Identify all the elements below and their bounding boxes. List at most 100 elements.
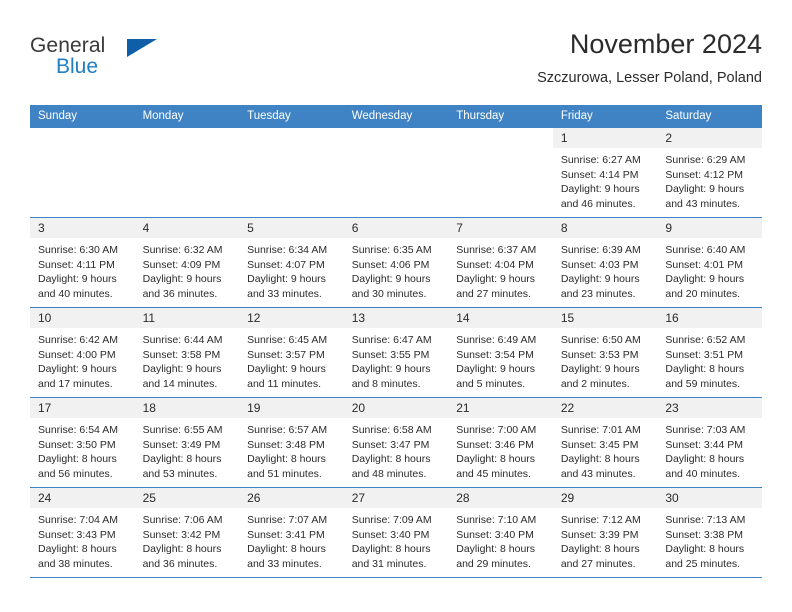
day-details: Sunrise: 7:09 AM Sunset: 3:40 PM Daylight:… (344, 508, 449, 571)
calendar-cell[interactable]: 5 Sunrise: 6:34 AM Sunset: 4:07 PM Daylight… (239, 217, 344, 308)
calendar-cell[interactable]: 22 Sunrise: 7:01 AM Sunset: 3:45 PM Dayligh… (552, 397, 658, 488)
sunrise-text: Sunrise: 7:01 AM (560, 424, 641, 436)
day-details: Sunrise: 6:50 AM Sunset: 3:53 PM Daylight:… (553, 328, 658, 391)
calendar-cell[interactable]: 16 Sunrise: 6:52 AM Sunset: 3:51 PM Dayligh… (657, 307, 762, 398)
day-details: Sunrise: 7:03 AM Sunset: 3:44 PM Daylight:… (657, 418, 762, 481)
day-cell: 13 Sunrise: 6:47 AM Sunset: 3:55 PM Dayligh… (343, 308, 449, 397)
day-cell: 1 Sunrise: 6:27 AM Sunset: 4:14 PM Daylight… (552, 128, 658, 217)
calendar-cell (343, 127, 449, 218)
sunrise-text: Sunrise: 6:47 AM (351, 334, 432, 346)
daylight-text-line2: and 25 minutes. (665, 557, 741, 570)
calendar-cell[interactable]: 6 Sunrise: 6:35 AM Sunset: 4:06 PM Daylight… (343, 217, 449, 308)
day-cell: 26 Sunrise: 7:07 AM Sunset: 3:41 PM Dayligh… (239, 488, 344, 577)
daylight-text-line2: and 36 minutes. (142, 287, 218, 300)
day-details: Sunrise: 6:45 AM Sunset: 3:57 PM Daylight:… (239, 328, 344, 391)
calendar-cell[interactable]: 21 Sunrise: 7:00 AM Sunset: 3:46 PM Dayligh… (448, 397, 553, 488)
calendar-cell[interactable]: 4 Sunrise: 6:32 AM Sunset: 4:09 PM Daylight… (134, 217, 240, 308)
calendar-cell[interactable]: 30 Sunrise: 7:13 AM Sunset: 3:38 PM Dayligh… (657, 487, 762, 578)
daylight-text-line1: Daylight: 9 hours (560, 273, 640, 285)
calendar-cell[interactable]: 12 Sunrise: 6:45 AM Sunset: 3:57 PM Dayligh… (239, 307, 344, 398)
sunrise-text: Sunrise: 6:49 AM (456, 334, 537, 346)
daylight-text-line2: and 20 minutes. (665, 287, 741, 300)
page-header: General Blue November 2024 Szczurowa, Le… (30, 28, 762, 100)
day-number: 29 (552, 488, 658, 508)
triangle-icon (127, 39, 157, 57)
page-title: November 2024 (569, 29, 762, 59)
calendar-cell[interactable]: 10 Sunrise: 6:42 AM Sunset: 4:00 PM Dayligh… (30, 307, 135, 398)
brand-logo[interactable]: General Blue (30, 34, 270, 90)
day-cell (239, 128, 344, 217)
daylight-text-line2: and 36 minutes. (142, 557, 218, 570)
day-number: 19 (239, 398, 344, 418)
calendar-cell[interactable]: 15 Sunrise: 6:50 AM Sunset: 3:53 PM Dayligh… (552, 307, 658, 398)
calendar-cell[interactable]: 7 Sunrise: 6:37 AM Sunset: 4:04 PM Daylight… (448, 217, 553, 308)
calendar-cell[interactable]: 27 Sunrise: 7:09 AM Sunset: 3:40 PM Dayligh… (343, 487, 449, 578)
sunrise-text: Sunrise: 7:09 AM (351, 514, 432, 526)
day-cell: 18 Sunrise: 6:55 AM Sunset: 3:49 PM Dayligh… (134, 398, 240, 487)
daylight-text-line1: Daylight: 9 hours (560, 183, 640, 195)
calendar-cell[interactable]: 29 Sunrise: 7:12 AM Sunset: 3:39 PM Dayligh… (552, 487, 658, 578)
title-block: November 2024 Szczurowa, Lesser Poland, … (537, 28, 762, 88)
day-details: Sunrise: 6:39 AM Sunset: 4:03 PM Daylight:… (553, 238, 658, 301)
calendar-cell[interactable]: 19 Sunrise: 6:57 AM Sunset: 3:48 PM Dayligh… (239, 397, 344, 488)
calendar-cell[interactable]: 9 Sunrise: 6:40 AM Sunset: 4:01 PM Daylight… (657, 217, 762, 308)
calendar-cell[interactable]: 20 Sunrise: 6:58 AM Sunset: 3:47 PM Dayligh… (343, 397, 449, 488)
day-details: Sunrise: 6:37 AM Sunset: 4:04 PM Daylight:… (448, 238, 553, 301)
weekday-header-sunday: Sunday (30, 105, 135, 128)
calendar-page: General Blue November 2024 Szczurowa, Le… (0, 0, 792, 612)
sunrise-text: Sunrise: 7:10 AM (456, 514, 537, 526)
sunset-text: Sunset: 3:54 PM (456, 348, 534, 361)
calendar-cell[interactable]: 17 Sunrise: 6:54 AM Sunset: 3:50 PM Dayligh… (30, 397, 135, 488)
sunset-text: Sunset: 4:07 PM (247, 258, 325, 271)
daylight-text-line1: Daylight: 9 hours (142, 273, 222, 285)
calendar-cell[interactable]: 25 Sunrise: 7:06 AM Sunset: 3:42 PM Dayligh… (134, 487, 240, 578)
sunset-text: Sunset: 3:48 PM (247, 438, 325, 451)
calendar-cell[interactable]: 13 Sunrise: 6:47 AM Sunset: 3:55 PM Dayligh… (343, 307, 449, 398)
calendar-week-row: 1 Sunrise: 6:27 AM Sunset: 4:14 PM Daylight… (30, 127, 762, 218)
day-number: 12 (239, 308, 344, 328)
calendar-cell[interactable]: 28 Sunrise: 7:10 AM Sunset: 3:40 PM Dayligh… (448, 487, 553, 578)
sunrise-text: Sunrise: 6:45 AM (247, 334, 328, 346)
day-details: Sunrise: 6:57 AM Sunset: 3:48 PM Daylight:… (239, 418, 344, 481)
day-cell: 5 Sunrise: 6:34 AM Sunset: 4:07 PM Daylight… (239, 218, 344, 307)
day-cell: 21 Sunrise: 7:00 AM Sunset: 3:46 PM Dayligh… (448, 398, 553, 487)
day-number: 13 (343, 308, 449, 328)
day-details: Sunrise: 6:35 AM Sunset: 4:06 PM Daylight:… (344, 238, 449, 301)
sunset-text: Sunset: 4:12 PM (665, 168, 744, 181)
calendar-cell[interactable]: 3 Sunrise: 6:30 AM Sunset: 4:11 PM Daylight… (30, 217, 135, 308)
sunrise-text: Sunrise: 6:52 AM (665, 334, 746, 346)
daylight-text-line2: and 29 minutes. (456, 557, 531, 570)
daylight-text-line1: Daylight: 9 hours (351, 273, 431, 285)
calendar-cell[interactable]: 11 Sunrise: 6:44 AM Sunset: 3:58 PM Dayligh… (134, 307, 240, 398)
day-cell: 24 Sunrise: 7:04 AM Sunset: 3:43 PM Dayligh… (30, 488, 135, 577)
calendar-cell (448, 127, 553, 218)
day-details: Sunrise: 6:40 AM Sunset: 4:01 PM Daylight:… (657, 238, 762, 301)
day-cell: 10 Sunrise: 6:42 AM Sunset: 4:00 PM Dayligh… (30, 308, 135, 397)
calendar-cell[interactable]: 18 Sunrise: 6:55 AM Sunset: 3:49 PM Dayligh… (134, 397, 240, 488)
sunrise-text: Sunrise: 6:37 AM (456, 244, 537, 256)
day-cell: 3 Sunrise: 6:30 AM Sunset: 4:11 PM Daylight… (30, 218, 135, 307)
day-number: 24 (30, 488, 135, 508)
calendar-cell[interactable]: 1 Sunrise: 6:27 AM Sunset: 4:14 PM Daylight… (552, 127, 658, 218)
calendar-cell[interactable]: 14 Sunrise: 6:49 AM Sunset: 3:54 PM Dayligh… (448, 307, 553, 398)
calendar-cell[interactable]: 24 Sunrise: 7:04 AM Sunset: 3:43 PM Dayligh… (30, 487, 135, 578)
day-number: 11 (134, 308, 240, 328)
sunrise-text: Sunrise: 7:07 AM (247, 514, 328, 526)
day-number (448, 128, 553, 148)
day-details: Sunrise: 6:42 AM Sunset: 4:00 PM Daylight:… (30, 328, 135, 391)
day-cell: 23 Sunrise: 7:03 AM Sunset: 3:44 PM Dayligh… (657, 398, 762, 487)
calendar-cell[interactable]: 26 Sunrise: 7:07 AM Sunset: 3:41 PM Dayligh… (239, 487, 344, 578)
sunrise-text: Sunrise: 6:57 AM (247, 424, 328, 436)
sunset-text: Sunset: 3:43 PM (38, 528, 116, 541)
day-details: Sunrise: 6:30 AM Sunset: 4:11 PM Daylight:… (30, 238, 135, 301)
day-number: 3 (30, 218, 135, 238)
daylight-text-line2: and 2 minutes. (560, 377, 630, 390)
day-number: 15 (552, 308, 658, 328)
day-cell (448, 128, 553, 217)
calendar-cell[interactable]: 23 Sunrise: 7:03 AM Sunset: 3:44 PM Dayligh… (657, 397, 762, 488)
daylight-text-line2: and 53 minutes. (142, 467, 218, 480)
day-cell: 11 Sunrise: 6:44 AM Sunset: 3:58 PM Dayligh… (134, 308, 240, 397)
calendar-cell[interactable]: 2 Sunrise: 6:29 AM Sunset: 4:12 PM Daylight… (657, 127, 762, 218)
sunset-text: Sunset: 3:42 PM (142, 528, 221, 541)
calendar-cell[interactable]: 8 Sunrise: 6:39 AM Sunset: 4:03 PM Daylight… (552, 217, 658, 308)
